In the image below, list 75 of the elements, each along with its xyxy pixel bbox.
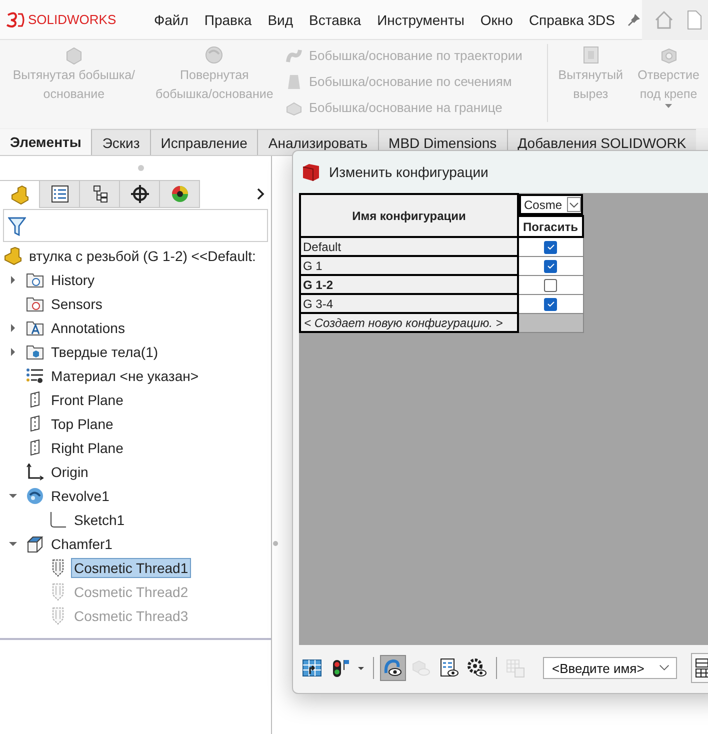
checkmark-icon bbox=[546, 301, 555, 308]
tree-item[interactable]: Sensors bbox=[48, 294, 106, 314]
tree-item[interactable]: History bbox=[48, 270, 98, 290]
tree-item[interactable]: Материал <не указан> bbox=[48, 366, 202, 386]
tree-item[interactable]: Annotations bbox=[48, 318, 128, 338]
tree-item[interactable]: Revolve1 bbox=[48, 486, 112, 506]
sensor-folder-icon bbox=[26, 296, 44, 312]
sweep-icon bbox=[284, 46, 303, 64]
dropdown-icon bbox=[659, 664, 670, 672]
grip-handle[interactable] bbox=[138, 165, 144, 171]
configuration-name[interactable]: Default bbox=[300, 237, 518, 256]
part-name[interactable]: втулка с резьбой (G 1-2) <<Default: bbox=[26, 246, 259, 266]
checkbox[interactable] bbox=[544, 260, 558, 273]
tree-item[interactable]: Sketch1 bbox=[71, 510, 128, 530]
expand-arrow-icon[interactable] bbox=[9, 276, 17, 284]
tab[interactable]: Исправление bbox=[150, 129, 258, 155]
property-list-icon[interactable] bbox=[40, 180, 80, 208]
column-header: Погасить bbox=[518, 216, 583, 237]
menu-item[interactable]: Инструменты bbox=[369, 12, 472, 28]
chamfer-icon bbox=[26, 535, 44, 553]
tree-item[interactable]: Top Plane bbox=[48, 414, 116, 434]
tree-item[interactable]: Right Plane bbox=[48, 438, 126, 458]
crosshair-icon[interactable] bbox=[120, 180, 160, 208]
configuration-name[interactable]: G 1-2 bbox=[300, 275, 518, 294]
tree-item[interactable]: Chamfer1 bbox=[48, 534, 116, 554]
menu-item[interactable]: Вид bbox=[260, 12, 302, 28]
annotation-folder-icon bbox=[26, 320, 44, 336]
chevron-right-icon[interactable] bbox=[257, 188, 265, 200]
menu-item[interactable]: Правка bbox=[196, 12, 260, 28]
configuration-name[interactable]: G 1 bbox=[300, 256, 518, 275]
expand-arrow-icon[interactable] bbox=[9, 348, 17, 356]
checkmark-icon bbox=[546, 263, 555, 270]
body-folder-icon bbox=[26, 344, 44, 360]
origin-icon bbox=[26, 463, 44, 481]
collapse-arrow-icon[interactable] bbox=[9, 540, 17, 548]
checkmark-icon bbox=[546, 244, 555, 250]
history-folder-icon bbox=[26, 272, 44, 288]
pin-icon[interactable] bbox=[626, 12, 641, 26]
collapse-arrow-icon[interactable] bbox=[9, 492, 17, 500]
checkbox[interactable] bbox=[544, 298, 558, 311]
configuration-name[interactable]: G 3-4 bbox=[300, 294, 518, 313]
appearance-icon[interactable] bbox=[160, 180, 200, 208]
tab[interactable]: Эскиз bbox=[91, 129, 150, 155]
configuration-icon[interactable] bbox=[80, 180, 120, 208]
sketch-icon bbox=[49, 511, 67, 529]
revolve-icon bbox=[26, 487, 44, 505]
menu-item[interactable]: Справка 3DS bbox=[520, 12, 623, 28]
checkbox[interactable] bbox=[544, 278, 558, 292]
filter-icon bbox=[8, 216, 26, 236]
part-icon bbox=[3, 247, 23, 265]
menu-item[interactable]: Окно bbox=[472, 12, 521, 28]
tab[interactable]: Элементы bbox=[0, 129, 92, 155]
checkbox[interactable] bbox=[544, 240, 558, 254]
dialog-title: Изменить конфигурации bbox=[329, 164, 488, 180]
dropdown-icon bbox=[567, 197, 581, 212]
menu-item[interactable]: Файл bbox=[146, 12, 196, 28]
logo-icon bbox=[6, 12, 26, 28]
expand-arrow-icon[interactable] bbox=[9, 324, 17, 332]
column-header: Имя конфигурации bbox=[300, 194, 518, 237]
part-icon[interactable] bbox=[0, 180, 40, 208]
name-field[interactable]: <Введите имя> bbox=[543, 657, 677, 679]
filter-field[interactable] bbox=[3, 209, 268, 242]
tree-item[interactable]: Origin bbox=[48, 462, 92, 482]
column-dropdown[interactable]: Cosme bbox=[519, 194, 583, 215]
part-eye-icon[interactable] bbox=[380, 655, 406, 681]
material-icon bbox=[26, 368, 44, 384]
tree-item[interactable]: Cosmetic Thread1 bbox=[71, 558, 192, 578]
app-logo: SOLIDWORKS bbox=[28, 12, 116, 27]
tree-item[interactable]: Твердые тела(1) bbox=[48, 342, 162, 362]
new-configuration-row[interactable]: < Создает новую конфигурацию. > bbox=[300, 313, 518, 332]
tree-item[interactable]: Front Plane bbox=[48, 390, 126, 410]
menu-item[interactable]: Вставка bbox=[301, 12, 370, 28]
collapse-handle[interactable] bbox=[273, 541, 278, 546]
revolve-icon bbox=[203, 44, 226, 66]
app-icon bbox=[301, 162, 321, 182]
